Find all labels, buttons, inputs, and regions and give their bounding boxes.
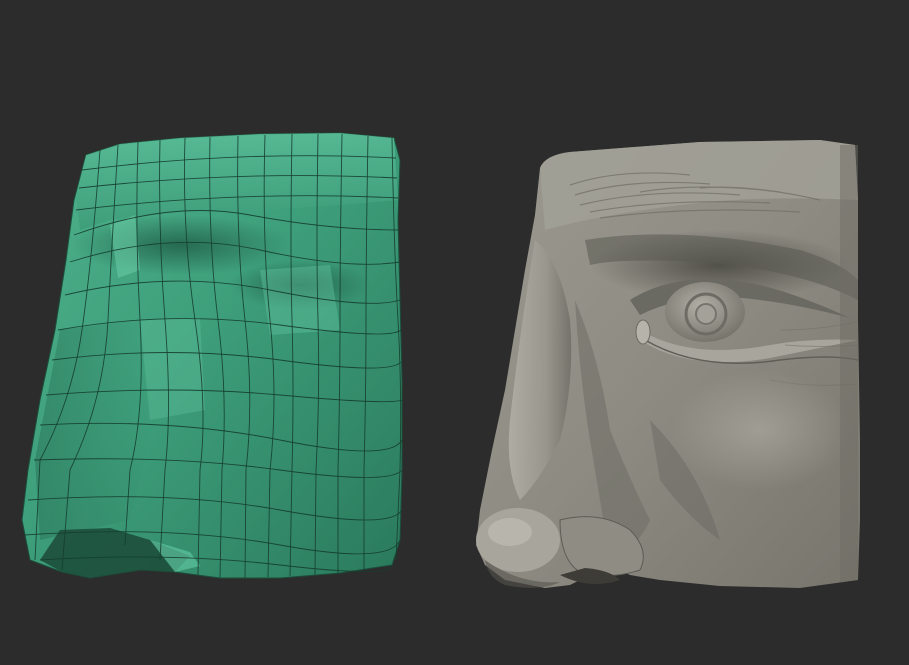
3d-viewport-canvas[interactable] bbox=[0, 0, 909, 665]
pupil bbox=[695, 303, 717, 325]
low-poly-mesh[interactable] bbox=[21, 132, 403, 579]
viewport-render bbox=[21, 132, 860, 588]
high-res-sculpt[interactable] bbox=[476, 140, 860, 588]
